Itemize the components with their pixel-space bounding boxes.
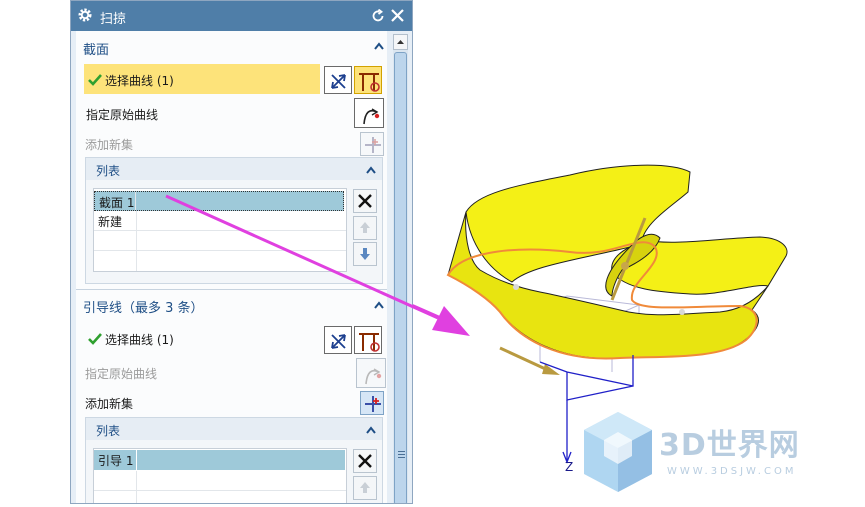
annotation-overlay (165, 194, 470, 336)
annotation-arrowhead (432, 306, 470, 336)
